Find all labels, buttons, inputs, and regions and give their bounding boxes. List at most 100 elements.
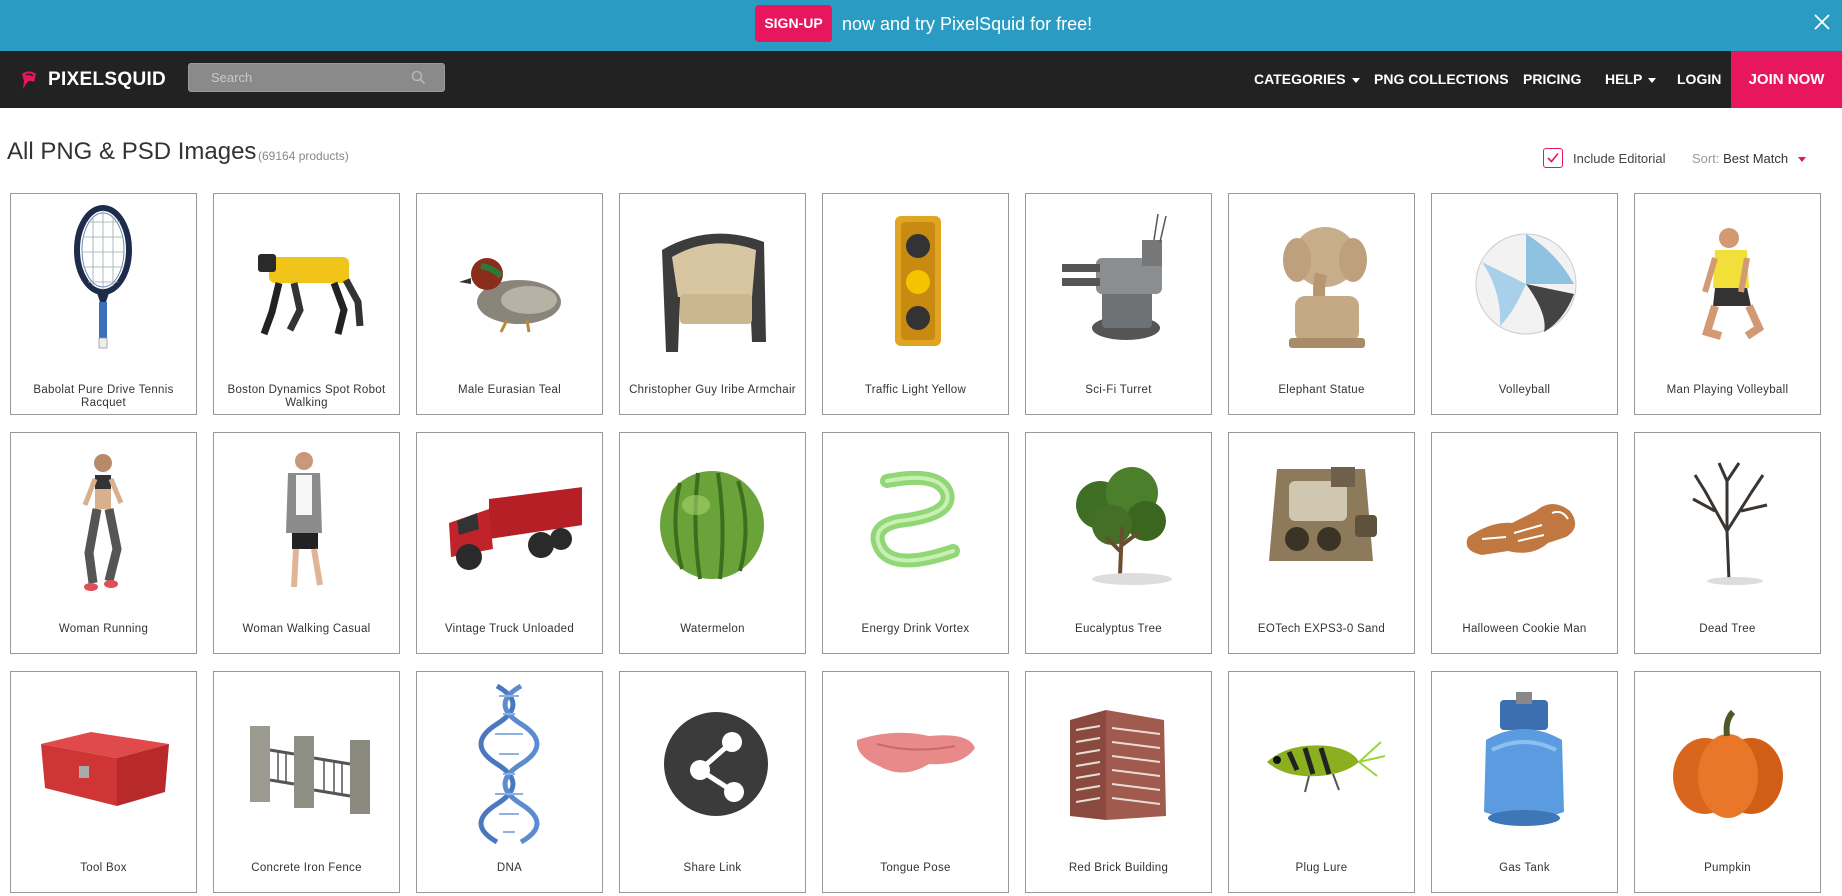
include-editorial-checkbox[interactable]: Include Editorial (1543, 148, 1666, 168)
tennis-racquet-icon (74, 205, 132, 349)
truck-icon (449, 487, 582, 570)
product-name: Vintage Truck Unloaded (444, 623, 575, 635)
product-card[interactable]: Pumpkin (1634, 671, 1821, 893)
product-card[interactable]: Male Eurasian Teal (416, 193, 603, 415)
squid-logo-icon (22, 71, 36, 89)
product-card[interactable]: Gas Tank (1431, 671, 1618, 893)
product-name: Volleyball (1498, 384, 1551, 396)
pumpkin-icon (1673, 709, 1783, 818)
nav-png-collections[interactable]: PNG COLLECTIONS (1374, 51, 1509, 108)
product-card[interactable]: Watermelon (619, 432, 806, 654)
chevron-down-icon (1797, 157, 1806, 163)
elephant-statue-icon (1283, 227, 1367, 348)
product-card[interactable]: Energy Drink Vortex (822, 432, 1009, 654)
volleyball-icon (1475, 233, 1577, 335)
sort-dropdown[interactable]: Sort: Best Match (1692, 151, 1806, 166)
dna-icon (478, 683, 540, 845)
search-box (188, 63, 445, 92)
product-name: Gas Tank (1499, 862, 1550, 874)
product-card[interactable]: Halloween Cookie Man (1431, 432, 1618, 654)
dead-tree-icon (1692, 462, 1768, 585)
product-name: Woman Walking Casual (242, 623, 371, 635)
product-card[interactable]: Elephant Statue (1228, 193, 1415, 415)
checkbox[interactable] (1543, 148, 1563, 168)
tree-icon (1076, 467, 1172, 585)
nav-pricing[interactable]: PRICING (1523, 51, 1581, 108)
armchair-icon (662, 233, 766, 352)
product-card[interactable]: Sci-Fi Turret (1025, 193, 1212, 415)
nav-categories[interactable]: CATEGORIES (1254, 51, 1360, 108)
product-name: Plug Lure (1295, 862, 1348, 874)
product-card[interactable]: Boston Dynamics Spot Robot Walking (213, 193, 400, 415)
sort-label: Sort: (1692, 151, 1720, 166)
product-name: Babolat Pure Drive Tennis Racquet (33, 384, 174, 409)
product-card[interactable]: Vintage Truck Unloaded (416, 432, 603, 654)
product-name: Man Playing Volleyball (1666, 384, 1789, 396)
product-card[interactable]: DNA (416, 671, 603, 893)
product-card[interactable]: Babolat Pure Drive Tennis Racquet (10, 193, 197, 415)
sight-icon (1269, 467, 1377, 561)
toolbox-icon (41, 732, 169, 806)
product-card[interactable]: Woman Running (10, 432, 197, 654)
chevron-down-icon (1351, 77, 1360, 83)
product-card[interactable]: Woman Walking Casual (213, 432, 400, 654)
include-editorial-label: Include Editorial (1573, 150, 1666, 166)
product-name: Pumpkin (1704, 862, 1751, 874)
fence-icon (250, 726, 370, 814)
tongue-icon (856, 732, 975, 773)
logo[interactable]: PIXELSQUID (18, 68, 166, 92)
product-card[interactable]: Dead Tree (1634, 432, 1821, 654)
product-card[interactable]: Red Brick Building (1025, 671, 1212, 893)
product-name: Eucalyptus Tree (1075, 623, 1162, 635)
product-name: Woman Running (58, 623, 149, 635)
product-card[interactable]: EOTech EXPS3-0 Sand (1228, 432, 1415, 654)
duck-icon (459, 258, 561, 333)
page-title: All PNG & PSD Images (7, 138, 257, 165)
woman-running-icon (82, 454, 124, 591)
product-card[interactable]: Plug Lure (1228, 671, 1415, 893)
product-card[interactable]: Concrete Iron Fence (213, 671, 400, 893)
product-card[interactable]: Tongue Pose (822, 671, 1009, 893)
product-name: Watermelon (680, 623, 745, 635)
cookie-icon (1466, 504, 1576, 555)
product-card[interactable]: Volleyball (1431, 193, 1618, 415)
product-card[interactable]: Share Link (619, 671, 806, 893)
woman-walking-icon (286, 452, 323, 588)
join-now-button[interactable]: JOIN NOW (1731, 51, 1842, 108)
nav-help-label: HELP (1605, 71, 1643, 87)
signup-button[interactable]: SIGN-UP (755, 5, 832, 42)
vortex-icon (870, 470, 960, 568)
nav-help[interactable]: HELP (1605, 51, 1657, 108)
gas-tank-icon (1484, 692, 1564, 826)
product-card[interactable]: Eucalyptus Tree (1025, 432, 1212, 654)
product-name: Elephant Statue (1278, 384, 1365, 396)
logo-text: PIXELSQUID (48, 69, 167, 90)
product-name: Sci-Fi Turret (1085, 384, 1152, 396)
promo-text: now and try PixelSquid for free! (842, 14, 1093, 34)
product-count: (69164 products) (258, 149, 349, 163)
turret-icon (1062, 213, 1167, 340)
nav-login[interactable]: LOGIN (1677, 51, 1721, 108)
product-name: Red Brick Building (1068, 862, 1169, 874)
product-name: Dead Tree (1699, 623, 1756, 635)
man-volleyball-icon (1701, 228, 1765, 340)
promo-banner: SIGN-UP now and try PixelSquid for free! (0, 0, 1842, 51)
product-name: Tool Box (80, 862, 127, 874)
product-card[interactable]: Traffic Light Yellow (822, 193, 1009, 415)
product-name: Concrete Iron Fence (251, 862, 362, 874)
product-name: EOTech EXPS3-0 Sand (1257, 623, 1386, 635)
product-card[interactable]: Man Playing Volleyball (1634, 193, 1821, 415)
product-card[interactable]: Tool Box (10, 671, 197, 893)
product-name: Boston Dynamics Spot Robot Walking (227, 384, 386, 409)
search-icon[interactable] (411, 70, 426, 85)
product-name: Christopher Guy Iribe Armchair (629, 384, 796, 396)
chevron-down-icon (1648, 77, 1657, 83)
traffic-light-icon (895, 216, 941, 346)
sort-value: Best Match (1723, 151, 1789, 166)
product-name: Tongue Pose (880, 862, 951, 874)
close-icon[interactable] (1812, 12, 1832, 32)
share-link-icon (664, 712, 768, 816)
nav-categories-label: CATEGORIES (1254, 71, 1346, 87)
search-input[interactable] (189, 64, 426, 91)
product-card[interactable]: Christopher Guy Iribe Armchair (619, 193, 806, 415)
